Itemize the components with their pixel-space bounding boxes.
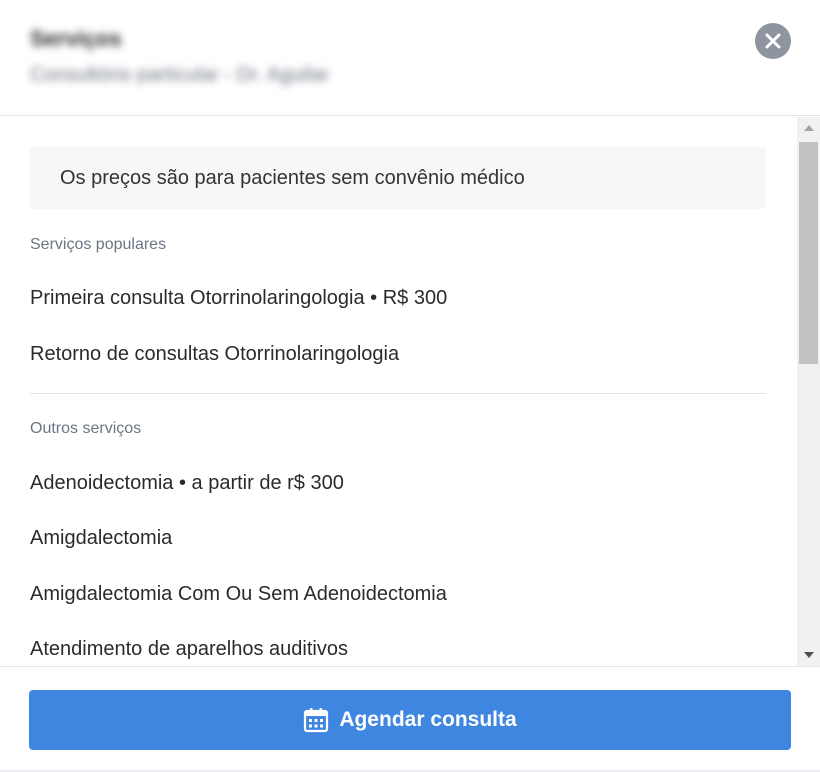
scrollbar[interactable] bbox=[797, 117, 820, 666]
modal-title: Serviços bbox=[30, 26, 122, 51]
services-list[interactable]: Os preços são para pacientes sem convêni… bbox=[0, 117, 797, 666]
modal-subtitle: Consultório particular - Dr. Aguilar bbox=[30, 64, 330, 86]
section-label-other: Outros serviços bbox=[30, 420, 142, 437]
price-notice: Os preços são para pacientes sem convêni… bbox=[30, 147, 766, 209]
scroll-thumb[interactable] bbox=[799, 142, 818, 364]
service-item[interactable]: Adenoidectomia • a partir de r$ 300 bbox=[30, 472, 344, 495]
scroll-down-button[interactable] bbox=[797, 644, 820, 666]
calendar-icon bbox=[304, 708, 329, 733]
scroll-up-button[interactable] bbox=[797, 117, 820, 139]
close-icon bbox=[765, 33, 781, 49]
section-label-popular: Serviços populares bbox=[30, 236, 167, 253]
modal-footer: Agendar consulta bbox=[0, 666, 820, 772]
close-button[interactable] bbox=[755, 23, 791, 59]
book-appointment-button[interactable]: Agendar consulta bbox=[29, 690, 791, 750]
service-item[interactable]: Amigdalectomia Com Ou Sem Adenoidectomia bbox=[30, 583, 447, 606]
triangle-up-icon bbox=[803, 125, 814, 131]
service-item[interactable]: Atendimento de aparelhos auditivos bbox=[30, 638, 348, 661]
modal-header: Serviços Consultório particular - Dr. Ag… bbox=[0, 0, 820, 116]
book-appointment-label: Agendar consulta bbox=[339, 708, 517, 731]
service-item[interactable]: Primeira consulta Otorrinolaringologia •… bbox=[30, 287, 447, 310]
service-item[interactable]: Amigdalectomia bbox=[30, 527, 172, 550]
service-item[interactable]: Retorno de consultas Otorrinolaringologi… bbox=[30, 343, 399, 366]
section-divider bbox=[30, 393, 766, 394]
triangle-down-icon bbox=[803, 652, 814, 658]
price-notice-text: Os preços são para pacientes sem convêni… bbox=[60, 166, 525, 189]
